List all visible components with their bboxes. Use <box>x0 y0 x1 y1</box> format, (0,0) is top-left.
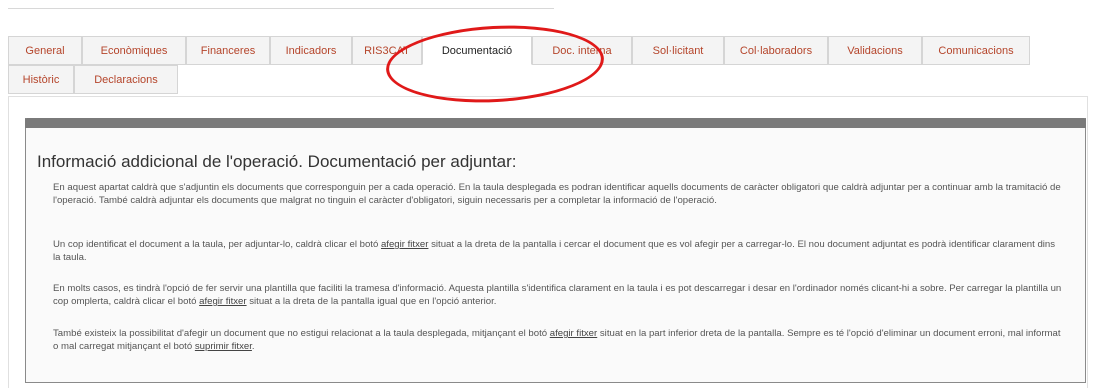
paragraph-3-text-b: situat a la dreta de la pantalla igual q… <box>246 296 497 307</box>
tab-doc-interna[interactable]: Doc. interna <box>532 36 632 65</box>
paragraph-2: Un cop identificat el document a la taul… <box>53 238 1063 264</box>
afegir-fitxer-link[interactable]: afegir fitxer <box>381 239 428 250</box>
tab-documentacio[interactable]: Documentació <box>422 36 532 65</box>
tab-validacions[interactable]: Validacions <box>828 36 922 65</box>
tab-sol-licitant[interactable]: Sol·licitant <box>632 36 724 65</box>
tab-comunicacions[interactable]: Comunicacions <box>922 36 1030 65</box>
tab-indicadors[interactable]: Indicadors <box>270 36 352 65</box>
tab-historic[interactable]: Històric <box>8 65 74 94</box>
afegir-fitxer-link[interactable]: afegir fitxer <box>199 296 246 307</box>
tab-col-laboradors[interactable]: Col·laboradors <box>724 36 828 65</box>
tab-financeres[interactable]: Financeres <box>186 36 270 65</box>
paragraph-3: En molts casos, es tindrà l'opció de fer… <box>53 282 1063 308</box>
suprimir-fitxer-link[interactable]: suprimir fitxer <box>195 341 252 352</box>
section-title: Informació addicional de l'operació. Doc… <box>37 152 517 171</box>
afegir-fitxer-link[interactable]: afegir fitxer <box>550 328 597 339</box>
paragraph-2-text-a: Un cop identificat el document a la taul… <box>53 239 381 250</box>
paragraph-4-text-c: . <box>251 341 255 352</box>
tab-general[interactable]: General <box>8 36 82 65</box>
info-box-header-bar <box>25 118 1086 128</box>
top-divider <box>8 8 554 9</box>
paragraph-4: També existeix la possibilitat d'afegir … <box>53 327 1063 353</box>
tab-ris3cat[interactable]: RIS3CAT <box>352 36 422 65</box>
tab-declaracions[interactable]: Declaracions <box>74 65 178 94</box>
tab-economiques[interactable]: Econòmiques <box>82 36 186 65</box>
paragraph-4-text-a: També existeix la possibilitat d'afegir … <box>53 328 550 339</box>
paragraph-1: En aquest apartat caldrà que s'adjuntin … <box>53 182 1061 206</box>
